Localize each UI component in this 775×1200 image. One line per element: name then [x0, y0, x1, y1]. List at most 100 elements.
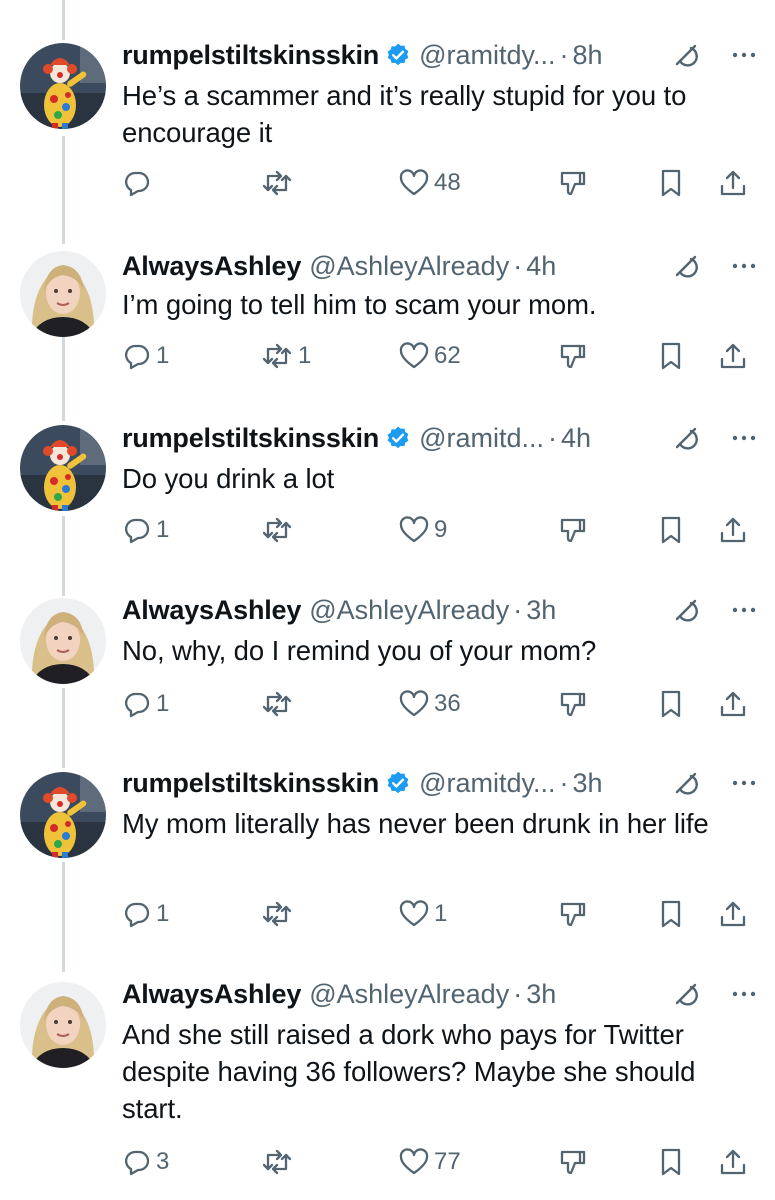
more-icon[interactable] [731, 51, 757, 59]
display-name[interactable]: AlwaysAshley [122, 251, 301, 282]
tweet-header: rumpelstiltskinsskin @ramitdy... · 8h [122, 37, 757, 73]
dislike-icon [558, 1146, 590, 1178]
grok-icon[interactable] [671, 40, 701, 70]
like-count: 9 [434, 516, 448, 543]
share-icon [718, 168, 748, 198]
bookmark-button[interactable] [658, 338, 684, 374]
like-button[interactable]: 77 [398, 1144, 461, 1180]
retweet-button[interactable] [260, 896, 298, 932]
like-icon [398, 899, 430, 929]
reply-button[interactable]: 1 [122, 686, 169, 722]
more-icon[interactable] [731, 606, 757, 614]
tweet-text: He’s a scammer and it’s really stupid fo… [122, 80, 687, 148]
reply-button[interactable]: 3 [122, 1144, 169, 1180]
dislike-button[interactable] [558, 512, 590, 548]
more-icon[interactable] [731, 262, 757, 270]
clown-avatar[interactable] [20, 772, 106, 858]
timestamp[interactable]: 8h [573, 40, 603, 71]
user-handle[interactable]: @AshleyAlready [309, 595, 509, 626]
more-icon[interactable] [731, 990, 757, 998]
retweet-button[interactable]: 1 [260, 338, 311, 374]
like-button[interactable]: 62 [398, 338, 461, 374]
more-icon[interactable] [731, 434, 757, 442]
retweet-button[interactable] [260, 512, 298, 548]
reply-button[interactable]: 1 [122, 512, 169, 548]
timestamp[interactable]: 3h [573, 768, 603, 799]
dislike-button[interactable] [558, 165, 590, 201]
like-button[interactable]: 36 [398, 686, 461, 722]
timestamp[interactable]: 4h [561, 423, 591, 454]
display-name[interactable]: AlwaysAshley [122, 595, 301, 626]
reply-button[interactable] [122, 165, 156, 201]
share-button[interactable] [718, 165, 748, 201]
tweet-text: And she still raised a dork who pays for… [122, 1019, 696, 1124]
woman-avatar[interactable] [20, 251, 106, 337]
user-handle[interactable]: @AshleyAlready [309, 251, 509, 282]
share-icon [718, 341, 748, 371]
dislike-icon [558, 340, 590, 372]
timestamp[interactable]: 3h [526, 595, 556, 626]
dislike-button[interactable] [558, 686, 590, 722]
bookmark-button[interactable] [658, 686, 684, 722]
tweet-text: My mom literally has never been drunk in… [122, 808, 709, 839]
like-icon [398, 168, 430, 198]
header-actions [671, 248, 757, 284]
like-button[interactable]: 1 [398, 896, 447, 932]
like-button[interactable]: 48 [398, 165, 461, 201]
display-name[interactable]: AlwaysAshley [122, 979, 301, 1010]
reply-count: 1 [156, 690, 170, 717]
user-handle[interactable]: @ramitdy... [419, 768, 555, 799]
reply-icon [122, 899, 152, 929]
dislike-button[interactable] [558, 896, 590, 932]
retweet-button[interactable] [260, 165, 298, 201]
bookmark-button[interactable] [658, 896, 684, 932]
share-button[interactable] [718, 686, 748, 722]
share-icon [718, 689, 748, 719]
share-button[interactable] [718, 896, 748, 932]
grok-icon[interactable] [671, 423, 701, 453]
woman-avatar[interactable] [20, 598, 106, 684]
user-handle[interactable]: @ramitdy... [419, 40, 555, 71]
retweet-button[interactable] [260, 686, 298, 722]
share-button[interactable] [718, 1144, 748, 1180]
reply-count: 3 [156, 1148, 170, 1175]
clown-avatar[interactable] [20, 43, 106, 129]
timestamp[interactable]: 4h [526, 251, 556, 282]
share-button[interactable] [718, 338, 748, 374]
share-icon [718, 899, 748, 929]
grok-icon[interactable] [671, 768, 701, 798]
woman-avatar[interactable] [20, 982, 106, 1068]
thread-line [62, 336, 65, 421]
retweet-count: 1 [298, 342, 312, 369]
bookmark-icon [658, 515, 684, 545]
timestamp[interactable]: 3h [526, 979, 556, 1010]
bookmark-button[interactable] [658, 512, 684, 548]
display-name[interactable]: rumpelstiltskinsskin [122, 768, 379, 799]
more-icon[interactable] [731, 779, 757, 787]
dislike-button[interactable] [558, 338, 590, 374]
share-icon [718, 1147, 748, 1177]
grok-icon[interactable] [671, 251, 701, 281]
like-count: 48 [434, 169, 461, 196]
grok-icon[interactable] [671, 595, 701, 625]
clown-avatar[interactable] [20, 425, 106, 511]
like-button[interactable]: 9 [398, 512, 447, 548]
display-name[interactable]: rumpelstiltskinsskin [122, 423, 379, 454]
reply-button[interactable]: 1 [122, 338, 169, 374]
reply-button[interactable]: 1 [122, 896, 169, 932]
retweet-icon [260, 689, 294, 719]
user-handle[interactable]: @ramitd... [419, 423, 544, 454]
share-button[interactable] [718, 512, 748, 548]
bookmark-button[interactable] [658, 1144, 684, 1180]
display-name[interactable]: rumpelstiltskinsskin [122, 40, 379, 71]
retweet-button[interactable] [260, 1144, 298, 1180]
verified-badge-icon [385, 42, 411, 68]
dislike-icon [558, 688, 590, 720]
grok-icon[interactable] [671, 979, 701, 1009]
dislike-icon [558, 167, 590, 199]
user-handle[interactable]: @AshleyAlready [309, 979, 509, 1010]
dislike-button[interactable] [558, 1144, 590, 1180]
bookmark-button[interactable] [658, 165, 684, 201]
thread-line [62, 862, 65, 972]
retweet-icon [260, 341, 294, 371]
